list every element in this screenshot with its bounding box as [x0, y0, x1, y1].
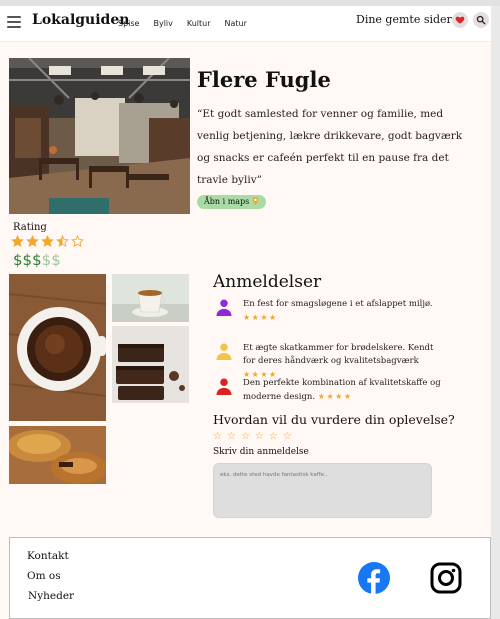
- coffee-cup-photo: [9, 274, 106, 421]
- nav-item-kultur[interactable]: Kultur: [187, 19, 211, 28]
- site-logo[interactable]: Lokalguiden: [32, 12, 129, 28]
- rate-star-icon[interactable]: ☆: [269, 431, 278, 442]
- rating-stars: [11, 235, 84, 248]
- favorites-button[interactable]: [452, 12, 468, 28]
- rate-star-icon[interactable]: ☆: [241, 431, 250, 442]
- star-empty-icon: [71, 235, 84, 247]
- price-symbol: $: [51, 251, 61, 269]
- star-full-icon: [11, 235, 24, 247]
- search-icon: [476, 15, 486, 25]
- price-symbol: $: [22, 251, 33, 269]
- nav-item-natur[interactable]: Natur: [225, 19, 247, 28]
- star-full-icon: [26, 235, 39, 247]
- footer-link-nyheder[interactable]: Nyheder: [28, 590, 74, 602]
- top-header: Lokalguiden Spise Byliv Kultur Natur Din…: [0, 6, 491, 42]
- review-stars: ★★★★: [317, 392, 353, 401]
- saved-pages-link[interactable]: Dine gemte sider: [356, 13, 452, 26]
- reviews-heading: Anmeldelser: [213, 272, 322, 292]
- write-review-label: Skriv din anmeldelse: [213, 447, 309, 457]
- review-textarea[interactable]: [213, 463, 432, 518]
- footer-link-kontakt[interactable]: Kontakt: [27, 550, 69, 562]
- star-half-icon: [56, 235, 69, 247]
- rate-question: Hvordan vil du vurdere din oplevelse?: [213, 412, 455, 427]
- maps-button-label: Åbn i maps: [204, 197, 250, 206]
- user-avatar-icon: [216, 378, 232, 395]
- main-nav: Spise Byliv Kultur Natur: [118, 19, 247, 28]
- review-text: Et ægte skatkammer for brødelskere. Kend…: [243, 343, 434, 366]
- footer: Kontakt Om os Nyheder: [9, 537, 491, 619]
- heart-icon: [455, 16, 465, 24]
- price-symbol: $: [13, 251, 23, 269]
- nav-item-spise[interactable]: Spise: [118, 19, 139, 28]
- price-symbol: $: [32, 251, 42, 269]
- instagram-icon[interactable]: [430, 562, 462, 594]
- rate-star-icon[interactable]: ☆: [213, 431, 222, 442]
- rate-star-icon[interactable]: ☆: [283, 431, 292, 442]
- footer-link-om-os[interactable]: Om os: [27, 570, 61, 582]
- place-description: “Et godt samlested for venner og familie…: [197, 108, 463, 186]
- rate-star-icon[interactable]: ☆: [255, 431, 264, 442]
- location-pin-icon: [252, 197, 259, 205]
- place-title: Flere Fugle: [197, 67, 331, 92]
- cafe-interior-photo: [9, 58, 190, 214]
- open-in-maps-button[interactable]: Åbn i maps: [197, 195, 266, 209]
- menu-icon[interactable]: [7, 16, 21, 28]
- facebook-icon[interactable]: [358, 562, 390, 594]
- star-full-icon: [41, 235, 54, 247]
- user-avatar-icon: [216, 299, 232, 316]
- user-avatar-icon: [216, 343, 232, 360]
- price-level: $$$$$: [13, 251, 61, 269]
- page: Lokalguiden Spise Byliv Kultur Natur Din…: [0, 6, 491, 619]
- nav-item-byliv[interactable]: Byliv: [153, 19, 172, 28]
- brownie-photo: [112, 326, 189, 403]
- search-button[interactable]: [473, 12, 489, 28]
- rate-star-icon[interactable]: ☆: [227, 431, 236, 442]
- review-stars: ★★★★: [243, 313, 278, 322]
- espresso-photo: [112, 274, 189, 322]
- rate-stars-input: ☆ ☆ ☆ ☆ ☆ ☆: [213, 431, 292, 442]
- rating-label: Rating: [13, 222, 47, 233]
- croissant-photo: [9, 426, 106, 484]
- price-symbol: $: [41, 251, 52, 269]
- review-text: En fest for smagsløgene i et afslappet m…: [243, 299, 433, 309]
